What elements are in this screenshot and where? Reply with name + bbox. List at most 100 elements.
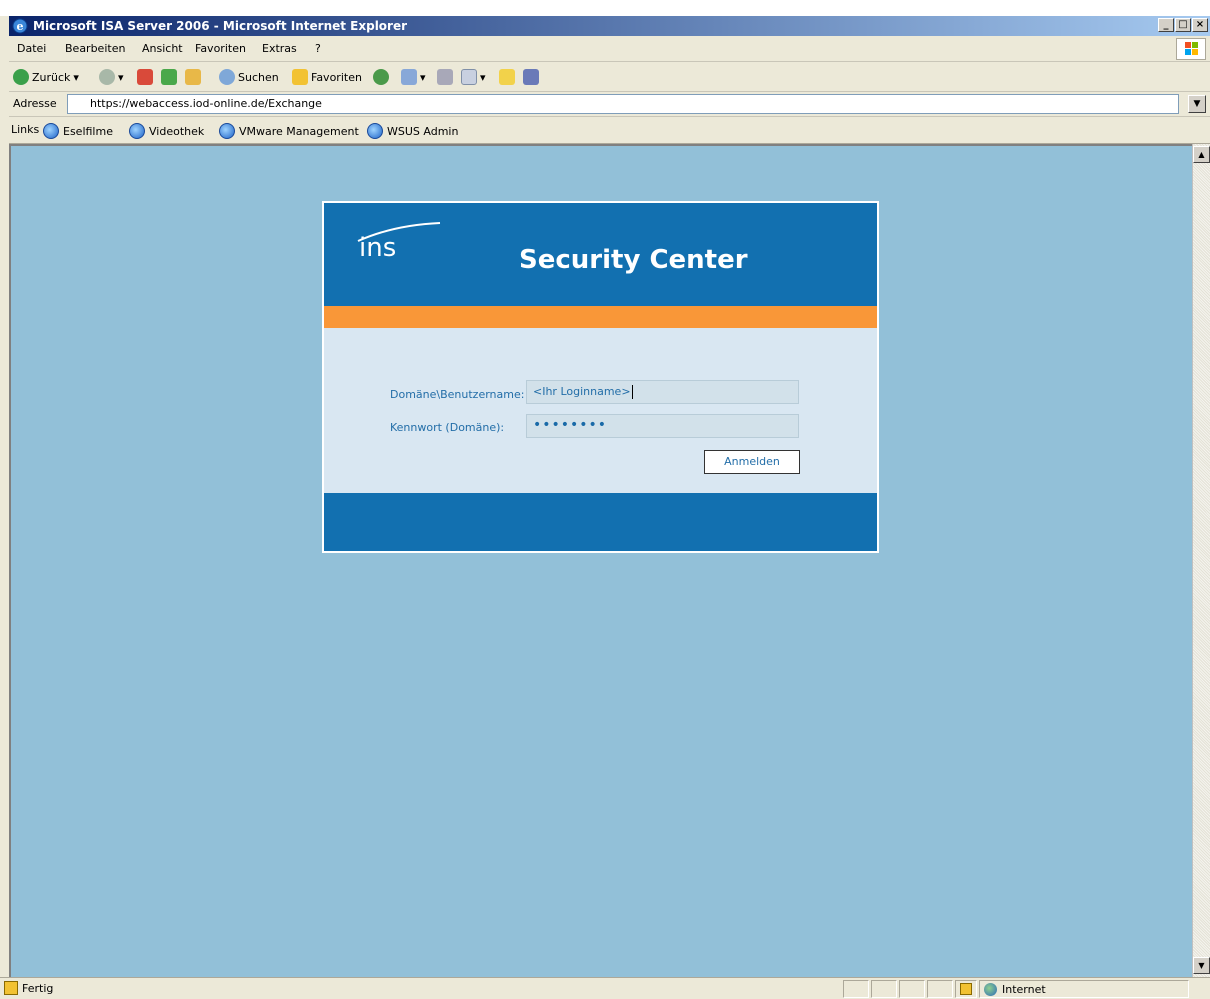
scroll-up-button[interactable]: ▲ — [1193, 146, 1210, 163]
link-vmware-management[interactable]: VMware Management — [219, 123, 359, 139]
stop-button[interactable] — [137, 69, 153, 85]
login-panel: ins Security Center Domäne\Benutzername:… — [322, 201, 879, 553]
chevron-down-icon: ▾ — [480, 70, 486, 84]
link-videothek[interactable]: Videothek — [129, 123, 204, 139]
search-button[interactable]: Suchen — [219, 69, 279, 85]
lock-icon — [960, 983, 972, 995]
messenger-icon — [523, 69, 539, 85]
ie-page-icon — [367, 123, 383, 139]
scroll-down-button[interactable]: ▼ — [1193, 957, 1210, 974]
status-cell — [871, 980, 897, 998]
forward-arrow-icon — [99, 69, 115, 85]
print-icon — [437, 69, 453, 85]
login-button[interactable]: Anmelden — [704, 450, 800, 474]
address-bar: Adresse https://webaccess.iod-online.de/… — [9, 92, 1210, 117]
messenger-button[interactable] — [523, 69, 539, 85]
zone-label: Internet — [1002, 983, 1046, 996]
ins-logo: ins — [359, 233, 397, 263]
back-button[interactable]: Zurück ▾ — [13, 69, 79, 85]
status-cell — [927, 980, 953, 998]
window-title: Microsoft ISA Server 2006 - Microsoft In… — [33, 19, 408, 33]
mail-button[interactable]: ▾ — [401, 69, 426, 85]
globe-icon — [984, 983, 997, 996]
menu-extras[interactable]: Extras — [262, 42, 297, 55]
back-label: Zurück — [32, 70, 71, 84]
ie-page-icon — [43, 123, 59, 139]
home-icon — [185, 69, 201, 85]
top-strip — [0, 0, 1210, 16]
menu-bar: Datei Bearbeiten Ansicht Favoriten Extra… — [9, 36, 1210, 62]
stop-icon — [137, 69, 153, 85]
warning-page-icon — [4, 981, 18, 995]
link-label: Eselfilme — [63, 124, 113, 138]
history-button[interactable] — [373, 69, 389, 85]
password-field[interactable]: •••••••• — [526, 414, 799, 438]
home-button[interactable] — [185, 69, 201, 85]
note-icon — [499, 69, 515, 85]
status-cell — [843, 980, 869, 998]
search-label: Suchen — [238, 70, 279, 84]
forward-button[interactable]: ▾ — [99, 69, 124, 85]
address-url: https://webaccess.iod-online.de/Exchange — [90, 97, 322, 110]
ie-page-icon — [219, 123, 235, 139]
mail-icon — [401, 69, 417, 85]
svg-text:e: e — [17, 20, 24, 33]
links-label: Links — [11, 123, 40, 136]
favorites-button[interactable]: Favoriten — [292, 69, 362, 85]
username-value: <Ihr Loginname> — [533, 385, 631, 398]
menu-favoriten[interactable]: Favoriten — [195, 42, 246, 55]
address-input[interactable]: https://webaccess.iod-online.de/Exchange — [67, 94, 1179, 114]
menu-ansicht[interactable]: Ansicht — [142, 42, 183, 55]
chevron-down-icon: ▾ — [420, 70, 426, 84]
discuss-button[interactable] — [499, 69, 515, 85]
refresh-icon — [161, 69, 177, 85]
login-footer — [324, 493, 877, 551]
status-cell-lock — [955, 980, 977, 998]
search-icon — [219, 69, 235, 85]
menu-bearbeiten[interactable]: Bearbeiten — [65, 42, 125, 55]
link-wsus-admin[interactable]: WSUS Admin — [367, 123, 458, 139]
edit-button[interactable]: ▾ — [461, 69, 486, 85]
security-zone[interactable]: Internet — [979, 980, 1189, 998]
chevron-down-icon: ▾ — [118, 70, 124, 84]
links-bar: Links Eselfilme Videothek VMware Managem… — [9, 117, 1210, 144]
ie-page-icon — [129, 123, 145, 139]
status-bar: Fertig Internet — [0, 977, 1210, 999]
title-bar: e Microsoft ISA Server 2006 - Microsoft … — [9, 16, 1210, 36]
security-center-title: Security Center — [519, 245, 748, 275]
status-cell — [899, 980, 925, 998]
username-field[interactable]: <Ihr Loginname> — [526, 380, 799, 404]
maximize-button[interactable]: □ — [1175, 18, 1191, 32]
address-dropdown-button[interactable]: ▼ — [1188, 95, 1206, 113]
chevron-down-icon: ▾ — [73, 70, 79, 84]
password-label: Kennwort (Domäne): — [390, 421, 505, 434]
menu-help[interactable]: ? — [315, 42, 321, 55]
browser-window: e Microsoft ISA Server 2006 - Microsoft … — [0, 0, 1210, 999]
windows-logo — [1176, 38, 1206, 60]
minimize-button[interactable]: _ — [1158, 18, 1174, 32]
close-button[interactable]: × — [1192, 18, 1208, 32]
star-icon — [292, 69, 308, 85]
password-value: •••••••• — [533, 417, 608, 433]
link-label: VMware Management — [239, 124, 359, 138]
toolbar: Zurück ▾ ▾ Suchen Favoriten ▾ ▾ — [9, 62, 1210, 92]
menu-datei[interactable]: Datei — [17, 42, 46, 55]
history-icon — [373, 69, 389, 85]
text-caret — [631, 385, 633, 399]
link-label: WSUS Admin — [387, 124, 459, 138]
vertical-scrollbar[interactable]: ▲ ▼ — [1192, 144, 1210, 977]
status-text: Fertig — [22, 982, 54, 995]
login-header: ins Security Center — [324, 203, 877, 306]
back-arrow-icon — [13, 69, 29, 85]
link-eselfilme[interactable]: Eselfilme — [43, 123, 113, 139]
address-label: Adresse — [13, 97, 57, 110]
ie-icon: e — [12, 18, 28, 34]
orange-band — [324, 306, 877, 328]
print-button[interactable] — [437, 69, 453, 85]
favorites-label: Favoriten — [311, 70, 362, 84]
windows-flag-icon — [1185, 42, 1198, 55]
word-icon — [461, 69, 477, 85]
username-label: Domäne\Benutzername: — [390, 388, 525, 401]
link-label: Videothek — [149, 124, 205, 138]
refresh-button[interactable] — [161, 69, 177, 85]
